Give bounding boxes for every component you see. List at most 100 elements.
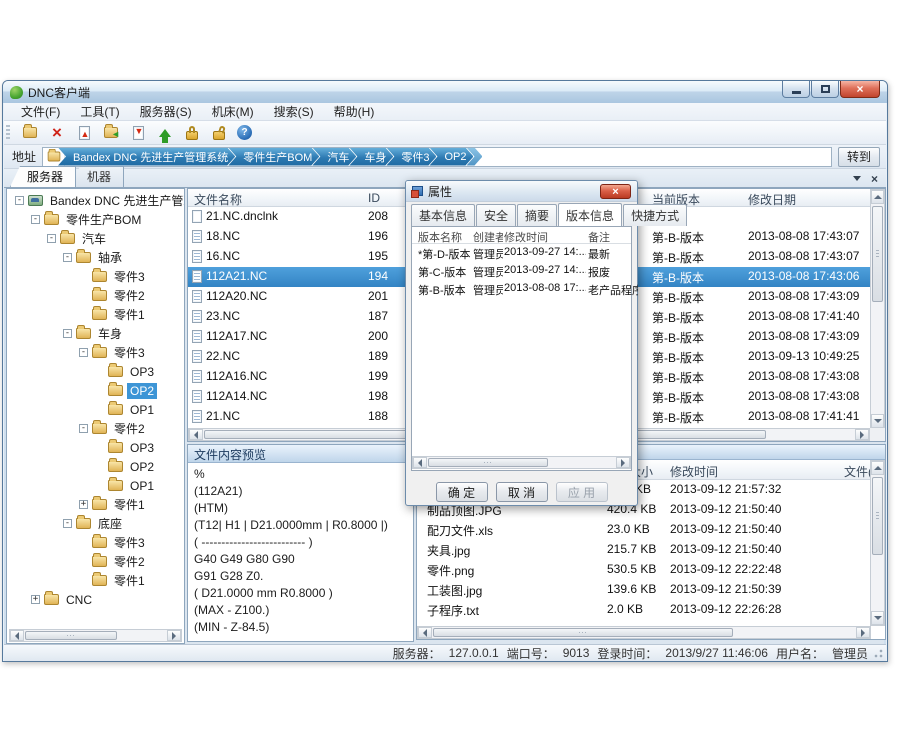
scroll-right-button[interactable] [167, 630, 181, 641]
minimize-button[interactable] [782, 81, 810, 98]
tree-horizontal-scrollbar[interactable] [9, 629, 182, 642]
panel-close-icon[interactable]: × [871, 173, 878, 185]
maximize-button[interactable] [811, 81, 839, 98]
file-list-vertical-scrollbar[interactable] [870, 189, 885, 429]
delete-button[interactable]: × [48, 124, 66, 142]
column-file-name[interactable]: 文件名称 [194, 191, 242, 208]
unlock-button[interactable] [210, 124, 228, 142]
new-folder-button[interactable] [21, 124, 39, 142]
tree-item[interactable]: 零件2 [7, 552, 184, 571]
tree-item[interactable]: - 轴承 [7, 248, 184, 267]
scrollbar-thumb[interactable] [872, 477, 883, 555]
dialog-horizontal-scrollbar[interactable] [412, 456, 631, 469]
apply-button[interactable]: 应 用 [556, 482, 608, 502]
column-note[interactable]: 备注 [588, 229, 638, 245]
version-row[interactable]: *第-D-版本 管理员 2013-09-27 14:... 最新 [412, 244, 631, 262]
chevron-down-icon[interactable] [853, 176, 861, 185]
tree-item[interactable]: 零件3 [7, 267, 184, 286]
cancel-button[interactable]: 取 消 [496, 482, 548, 502]
menu-item[interactable]: 服务器(S) [131, 102, 201, 121]
column-modify-time[interactable]: 修改时间 [504, 229, 586, 245]
tree-item[interactable]: 零件1 [7, 305, 184, 324]
breadcrumb-segment[interactable]: Bandex DNC 先进生产管理系统 [58, 148, 235, 166]
tree-item[interactable]: - 零件生产BOM [7, 210, 184, 229]
tree-item[interactable]: 零件1 [7, 571, 184, 590]
dialog-tab[interactable]: 基本信息 [411, 204, 475, 226]
scroll-up-button[interactable] [871, 461, 884, 475]
column-creator[interactable]: 创建者 [473, 229, 503, 245]
dialog-tab[interactable]: 版本信息 [558, 203, 622, 226]
address-input[interactable]: Bandex DNC 先进生产管理系统零件生产BOM汽车车身零件3OP2 [42, 147, 832, 167]
menu-item[interactable]: 工具(T) [71, 102, 128, 121]
scroll-right-button[interactable] [616, 457, 630, 468]
scroll-right-button[interactable] [856, 627, 870, 638]
tree-item[interactable]: 零件2 [7, 286, 184, 305]
check-in-button[interactable]: ▲ [75, 124, 93, 142]
tree-expander-icon[interactable]: - [63, 329, 72, 338]
help-icon[interactable]: ? [237, 125, 252, 140]
tree-expander-icon[interactable]: - [79, 348, 88, 357]
tree-expander-icon[interactable]: + [79, 500, 88, 509]
tree-expander-icon[interactable]: - [47, 234, 56, 243]
dialog-tab[interactable]: 摘要 [517, 204, 557, 226]
tree-expander-icon[interactable]: + [31, 595, 40, 604]
resize-grip[interactable] [873, 648, 883, 658]
tree-item[interactable]: 零件3 [7, 533, 184, 552]
tree-item[interactable]: OP2 [7, 457, 184, 476]
attachment-row[interactable]: 工装图.jpg 139.6 KB 2013-09-12 21:50:39 [417, 580, 871, 600]
tree-expander-icon[interactable]: - [79, 424, 88, 433]
tree-expander-icon[interactable]: - [63, 253, 72, 262]
tree-item[interactable]: - 零件3 [7, 343, 184, 362]
menu-item[interactable]: 帮助(H) [325, 102, 384, 121]
attachment-row[interactable]: 夹具.jpg 215.7 KB 2013-09-12 21:50:40 [417, 540, 871, 560]
tree-expander-icon[interactable]: - [63, 519, 72, 528]
breadcrumb-segment[interactable]: 零件生产BOM [228, 148, 319, 166]
column-id[interactable]: ID [368, 191, 380, 205]
title-bar[interactable]: DNC客户端 × [3, 81, 887, 103]
tree-item[interactable]: OP3 [7, 438, 184, 457]
check-out-button[interactable]: ▼ [129, 124, 147, 142]
column-modified-date[interactable]: 修改日期 [748, 191, 796, 208]
tree-item[interactable]: - Bandex DNC 先进生产管理系统 [7, 191, 184, 210]
tree-item[interactable]: - 底座 [7, 514, 184, 533]
lock-button[interactable] [183, 124, 201, 142]
tree-item[interactable]: + CNC [7, 590, 184, 609]
scroll-right-button[interactable] [855, 429, 869, 440]
attachment-row[interactable]: 零件.png 530.5 KB 2013-09-12 22:22:48 [417, 560, 871, 580]
scroll-down-button[interactable] [871, 414, 884, 428]
tree-item[interactable]: - 零件2 [7, 419, 184, 438]
scrollbar-thumb[interactable] [428, 458, 548, 467]
attachments-vertical-scrollbar[interactable] [870, 460, 885, 626]
tree-item[interactable]: OP3 [7, 362, 184, 381]
dialog-tab[interactable]: 安全 [476, 204, 516, 226]
upload-button[interactable] [156, 124, 174, 142]
scroll-up-button[interactable] [871, 190, 884, 204]
menu-item[interactable]: 文件(F) [12, 102, 69, 121]
tree-item[interactable]: OP1 [7, 476, 184, 495]
version-row[interactable]: 第-B-版本 管理员 2013-08-08 17:... 老产品程序 [412, 280, 631, 298]
attachment-row[interactable]: 子程序.txt 2.0 KB 2013-09-12 22:26:28 [417, 600, 871, 620]
dialog-tab[interactable]: 快捷方式 [623, 204, 687, 226]
dialog-close-button[interactable]: × [600, 184, 631, 199]
scroll-left-button[interactable] [413, 457, 427, 468]
scroll-down-button[interactable] [871, 611, 884, 625]
tree-expander-icon[interactable]: - [31, 215, 40, 224]
tree-item[interactable]: OP2 [7, 381, 184, 400]
breadcrumb-segment[interactable]: 零件3 [386, 148, 436, 166]
tree-item[interactable]: OP1 [7, 400, 184, 419]
scrollbar-thumb[interactable] [872, 206, 883, 302]
panel-tab[interactable]: 服务器 [10, 166, 76, 187]
panel-tab[interactable]: 机器 [70, 166, 124, 187]
scroll-left-button[interactable] [418, 627, 432, 638]
close-button[interactable]: × [840, 81, 880, 98]
scroll-left-button[interactable] [189, 429, 203, 440]
scroll-left-button[interactable] [10, 630, 24, 641]
tree-item[interactable]: - 车身 [7, 324, 184, 343]
tree-expander-icon[interactable]: - [15, 196, 24, 205]
receive-folder-button[interactable]: ◄ [102, 124, 120, 142]
menu-item[interactable]: 搜索(S) [265, 102, 323, 121]
tree-item[interactable]: - 汽车 [7, 229, 184, 248]
go-button[interactable]: 转到 [838, 147, 880, 167]
scrollbar-thumb[interactable] [25, 631, 117, 640]
attachment-row[interactable]: 配刀文件.xls 23.0 KB 2013-09-12 21:50:40 [417, 520, 871, 540]
